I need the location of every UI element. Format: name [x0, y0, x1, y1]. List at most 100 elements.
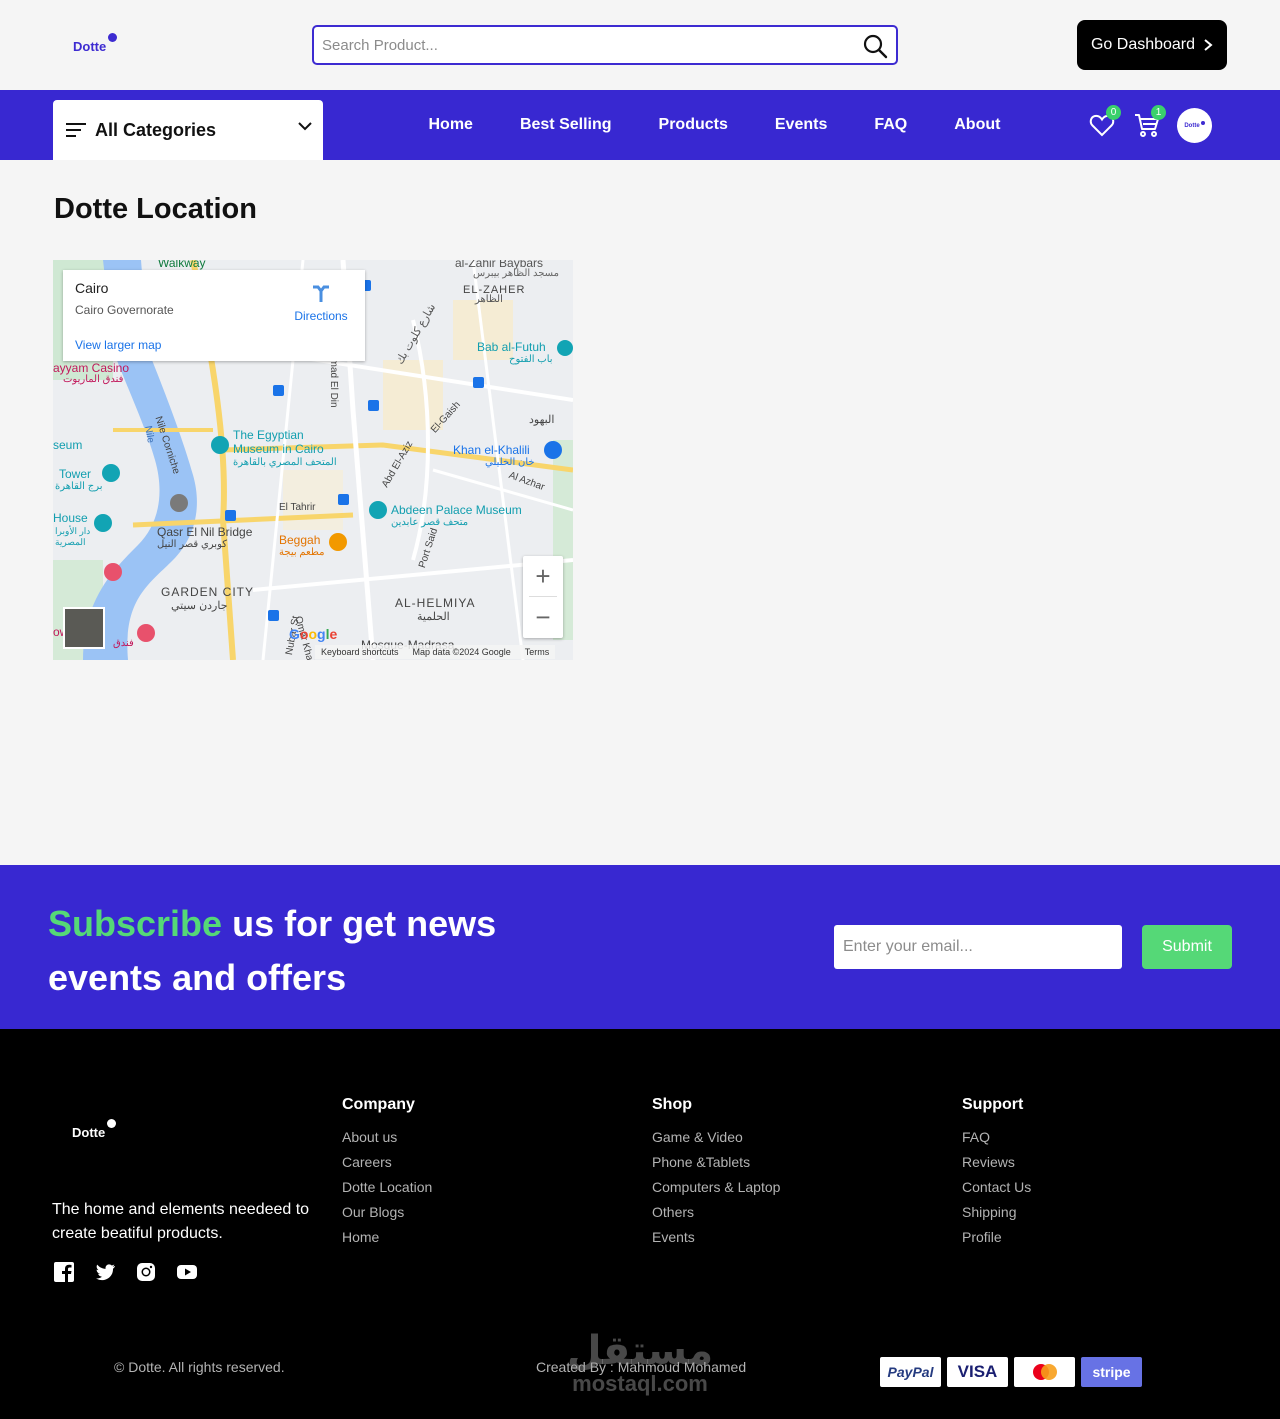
footer-link-home[interactable]: Home — [342, 1225, 432, 1250]
map-label-bab-futuh: Bab al-Futuh — [477, 340, 546, 354]
facebook-icon[interactable] — [53, 1261, 75, 1283]
directions-label: Directions — [294, 309, 348, 323]
footer-link-contact-us[interactable]: Contact Us — [962, 1175, 1031, 1200]
footer-link-phone-tablets[interactable]: Phone &Tablets — [652, 1150, 780, 1175]
footer-link-faq[interactable]: FAQ — [962, 1125, 1031, 1150]
map-label-tower: Tower — [59, 467, 92, 481]
footer-link-game-video[interactable]: Game & Video — [652, 1125, 780, 1150]
footer-column-company: Company About us Careers Dotte Location … — [342, 1096, 432, 1250]
map-label-tower-bottom-ar: فندق — [113, 638, 134, 649]
nav-link-products[interactable]: Products — [635, 116, 751, 134]
mastercard-icon — [1032, 1364, 1057, 1380]
directions-button[interactable]: Directions — [291, 282, 351, 323]
footer-link-dotte-location[interactable]: Dotte Location — [342, 1175, 432, 1200]
map-label-qasr-bridge-ar: كوبري قصر النيل — [157, 539, 228, 550]
satellite-toggle[interactable] — [63, 607, 105, 649]
map-label-museum-line2: Museum in Cairo — [233, 442, 324, 456]
submit-button[interactable]: Submit — [1142, 925, 1232, 969]
cart-count-badge: 1 — [1151, 105, 1166, 120]
page-title: Dotte Location — [54, 193, 257, 225]
map-label-garden-city: GARDEN CITY — [161, 585, 255, 599]
copyright-text: © Dotte. All rights reserved. — [114, 1359, 285, 1375]
avatar-dot — [1200, 121, 1205, 125]
footer-link-shipping[interactable]: Shipping — [962, 1200, 1031, 1225]
map-attribution: Keyboard shortcuts Map data ©2024 Google… — [315, 645, 556, 659]
youtube-icon[interactable] — [176, 1261, 198, 1283]
search-input[interactable] — [314, 27, 834, 63]
map-label-museum-ar: المتحف المصري بالقاهرة — [233, 457, 337, 468]
go-dashboard-label: Go Dashboard — [1090, 36, 1196, 53]
map-zoom-controls: + − — [523, 556, 563, 638]
brand-logo[interactable]: Dotte — [73, 33, 118, 54]
payment-methods: PayPal VISA stripe — [880, 1357, 1142, 1387]
keyboard-shortcuts-link[interactable]: Keyboard shortcuts — [321, 647, 399, 657]
all-categories-label: All Categories — [95, 119, 217, 140]
footer-brand-name: Dotte — [72, 1125, 106, 1140]
embedded-map[interactable]: Walkway al-Zahir Baybars مسجد الظاهر بيب… — [53, 260, 573, 660]
map-data-credit: Map data ©2024 Google — [412, 647, 511, 657]
wishlist-button[interactable]: 0 — [1088, 105, 1121, 144]
footer-logo[interactable]: Dotte — [72, 1119, 117, 1140]
subscribe-line2: events and offers — [48, 957, 347, 998]
map-label-museum-line1: The Egyptian — [233, 428, 304, 442]
all-categories-dropdown[interactable]: All Categories — [53, 100, 323, 160]
map-label-beggah: Beggah — [279, 533, 321, 547]
watermark-latin: mostaql.com — [572, 1371, 708, 1396]
email-field[interactable] — [834, 925, 1122, 969]
nav-link-about[interactable]: About — [931, 116, 1024, 134]
map-label-zahir-baybars-ar: مسجد الظاهر بيبرس — [473, 268, 559, 279]
nav-link-best-selling[interactable]: Best Selling — [496, 116, 635, 134]
stripe-badge: stripe — [1081, 1357, 1142, 1387]
subscribe-heading: Subscribe us for get news events and off… — [48, 897, 508, 1005]
search-icon[interactable] — [862, 33, 888, 59]
subscribe-accent: Subscribe — [48, 903, 223, 944]
map-label-el-zaher-ar: الظاهر — [475, 294, 503, 305]
map-label-beggah-ar: مطعم بيجة — [279, 547, 325, 558]
search-box — [312, 25, 898, 65]
map-label-tower-ar: برج القاهرة — [55, 481, 103, 492]
nav-links: Home Best Selling Products Events FAQ Ab… — [405, 90, 1024, 160]
footer-column-title: Shop — [652, 1096, 692, 1113]
avatar-text: Dotte — [1184, 122, 1200, 129]
chevron-down-icon — [298, 122, 312, 131]
map-terms-link[interactable]: Terms — [525, 647, 550, 657]
footer-link-our-blogs[interactable]: Our Blogs — [342, 1200, 432, 1225]
paypal-badge: PayPal — [880, 1357, 941, 1387]
footer-link-reviews[interactable]: Reviews — [962, 1150, 1031, 1175]
subscribe-line1: us for get news — [232, 903, 497, 944]
view-larger-map-link[interactable]: View larger map — [75, 338, 161, 352]
nav-link-faq[interactable]: FAQ — [851, 116, 931, 134]
footer-link-profile[interactable]: Profile — [962, 1225, 1031, 1250]
cart-button[interactable]: 1 — [1133, 105, 1166, 144]
subscribe-section: Subscribe us for get news events and off… — [0, 865, 1280, 1029]
footer-link-events[interactable]: Events — [652, 1225, 780, 1250]
zoom-out-button[interactable]: − — [523, 597, 563, 637]
social-links — [53, 1261, 198, 1283]
top-header: Dotte Go Dashboard — [0, 0, 1280, 90]
zoom-in-button[interactable]: + — [523, 556, 563, 596]
footer-link-others[interactable]: Others — [652, 1200, 780, 1225]
map-place-name: Cairo — [75, 280, 109, 296]
twitter-icon[interactable] — [94, 1261, 116, 1283]
footer: Dotte The home and elements needeed to c… — [0, 1029, 1280, 1419]
chevron-right-icon — [1204, 39, 1213, 51]
footer-link-computers-laptop[interactable]: Computers & Laptop — [652, 1175, 780, 1200]
map-label-seum: seum — [53, 438, 83, 452]
visa-badge: VISA — [947, 1357, 1008, 1387]
mastercard-badge — [1014, 1357, 1075, 1387]
map-label-house: House — [53, 511, 88, 525]
go-dashboard-button[interactable]: Go Dashboard — [1077, 20, 1227, 70]
map-place-region: Cairo Governorate — [75, 303, 174, 317]
nav-link-home[interactable]: Home — [405, 116, 496, 134]
map-label-khan-ar: خان الخليلي — [485, 457, 535, 468]
footer-brand-dot — [107, 1119, 117, 1128]
nav-link-events[interactable]: Events — [751, 116, 850, 134]
brand-name: Dotte — [73, 39, 107, 54]
avatar[interactable]: Dotte — [1177, 108, 1212, 143]
instagram-icon[interactable] — [135, 1261, 157, 1283]
map-label-house-ar: دار الأوبرا المصرية — [55, 526, 91, 547]
map-label-garden-city-ar: جاردن سيتي — [171, 600, 228, 612]
footer-link-about-us[interactable]: About us — [342, 1125, 432, 1150]
map-label-helmiya-ar: الحلمية — [417, 611, 450, 623]
footer-link-careers[interactable]: Careers — [342, 1150, 432, 1175]
